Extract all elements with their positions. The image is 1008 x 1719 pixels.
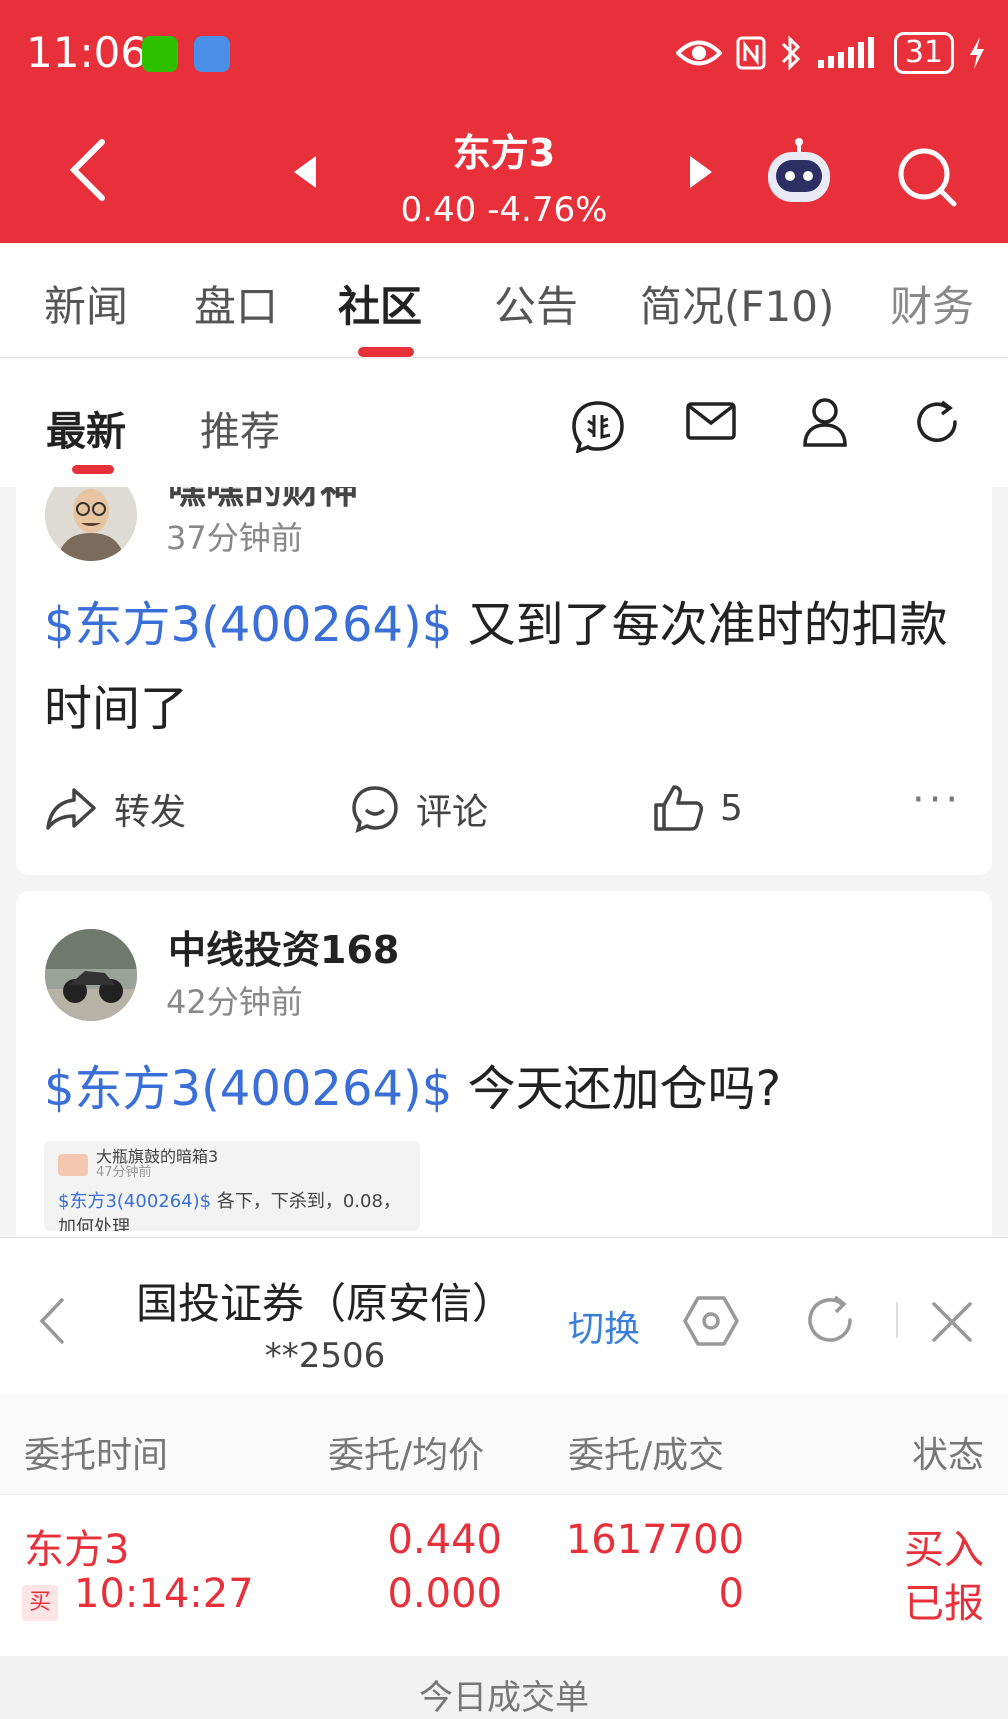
bluetooth-icon [781,35,800,71]
tab-announcements[interactable]: 公告 [494,273,578,334]
order-time: 10:14:27 [74,1571,254,1617]
switch-account-button[interactable]: 切换 [568,1300,640,1352]
close-panel-icon[interactable] [930,1300,974,1344]
account-number: **2506 [264,1336,386,1376]
order-price: 0.440 [387,1517,502,1563]
today-trades-button[interactable]: 今日成交单 [0,1656,1008,1719]
subtab-latest[interactable]: 最新 [46,399,126,457]
order-status-side: 买入 [904,1527,984,1573]
post-content[interactable]: $东方3(400264)$ 又到了每次准时的扣款时间了 [44,583,964,751]
next-stock-arrow-icon[interactable] [688,154,714,190]
tab-quotes[interactable]: 盘口 [194,273,278,334]
stock-title: 东方3 [452,131,556,175]
main-tabs: 新闻 盘口 社区 公告 简况(F10) 财务 [0,243,1008,358]
quoted-post-preview[interactable]: 大瓶旗鼓的暗箱3 47分钟前 $东方3(400264)$ 各下，下杀到，0.08… [44,1141,420,1231]
quoted-avatar [58,1154,88,1176]
mail-icon[interactable] [686,401,736,441]
compose-post-icon[interactable] [570,399,626,453]
like-button[interactable]: 5 [652,783,743,833]
quoted-time: 47分钟前 [96,1165,152,1180]
nfc-icon [736,36,766,70]
order-quantity: 1617700 [565,1517,744,1563]
tab-finance[interactable]: 财务 [890,273,974,334]
stock-tag-link[interactable]: $东方3(400264)$ [44,1061,452,1117]
comment-bubble-icon [352,786,398,834]
community-subtabs: 最新 推荐 [0,359,1008,487]
stock-tag-link[interactable]: $东方3(400264)$ [44,597,452,653]
order-filled: 0 [718,1571,744,1617]
robot-assistant-icon[interactable] [762,136,836,206]
like-count: 5 [720,787,743,829]
battery-indicator: 31 [893,32,954,74]
active-tab-indicator [358,347,414,357]
eye-icon [675,40,722,66]
order-status-state: 已报 [904,1581,984,1627]
tab-profile-f10[interactable]: 简况(F10) [640,273,834,334]
comment-label: 评论 [416,792,489,833]
panel-divider [896,1302,898,1338]
buy-badge: 买 [22,1585,58,1621]
status-time: 11:06 [26,28,148,77]
refresh-icon[interactable] [912,397,962,447]
order-panel: 国投证券（原安信） **2506 切换 委托时间 委托/均价 委托/成交 状态 … [0,1237,1008,1719]
active-subtab-indicator [72,465,114,474]
avatar[interactable] [45,487,137,561]
col-order-volume: 委托/成交 [568,1435,725,1476]
more-options-icon[interactable]: ··· [912,777,962,823]
forward-button[interactable]: 转发 [44,783,186,835]
panel-refresh-icon[interactable] [802,1292,858,1348]
orders-table-header: 委托时间 委托/均价 委托/成交 状态 [0,1394,1008,1494]
subtab-recommended[interactable]: 推荐 [200,399,280,457]
settings-hexagon-icon[interactable] [682,1294,740,1348]
quoted-stock-tag: $东方3(400264)$ [58,1191,212,1212]
post-time: 37分钟前 [166,519,303,557]
stock-price-change: 0.40 -4.76% [400,190,608,230]
avatar[interactable] [45,929,137,1021]
cartoon-man-avatar-icon [45,487,137,561]
post-time: 42分钟前 [166,983,303,1021]
chart-app-icon [194,36,230,72]
user-profile-icon[interactable] [802,397,848,447]
app-root: 11:06 31 东方3 0.40 -4.76% 新闻 盘口 社区 公告 简况(… [0,0,1008,1719]
col-order-time: 委托时间 [24,1435,169,1476]
motorcycle-photo-avatar-icon [45,929,137,1021]
post-card[interactable]: 嘿嘿的财神 37分钟前 $东方3(400264)$ 又到了每次准时的扣款时间了 … [16,487,992,875]
comment-button[interactable]: 评论 [350,783,488,835]
tab-community[interactable]: 社区 [338,273,422,334]
wechat-icon [142,36,178,72]
signal-icon [817,37,874,68]
post-username[interactable]: 中线投资168 [168,919,399,974]
thumbs-up-icon [654,785,703,831]
post-username[interactable]: 嘿嘿的财神 [168,487,358,514]
order-row[interactable]: 东方3 10:14:27 0.440 0.000 1617700 0 买入 已报 [0,1494,1008,1644]
post-content[interactable]: $东方3(400264)$ 今天还加仓吗? [44,1047,964,1131]
col-status: 状态 [911,1435,984,1476]
share-arrow-icon [46,788,96,830]
order-avg-price: 0.000 [387,1571,502,1617]
broker-name: 国投证券（原安信） [135,1279,514,1328]
header: 11:06 31 东方3 0.40 -4.76% [0,0,1008,243]
charging-icon [970,37,984,69]
col-order-price: 委托/均价 [328,1435,485,1476]
status-icons: 31 [675,28,986,78]
search-icon[interactable] [896,146,958,208]
order-stock-name: 东方3 [24,1527,130,1573]
quoted-username: 大瓶旗鼓的暗箱3 [96,1147,219,1166]
forward-label: 转发 [114,792,187,833]
tab-news[interactable]: 新闻 [44,273,128,334]
post-card[interactable]: 中线投资168 42分钟前 $东方3(400264)$ 今天还加仓吗? 大瓶旗鼓… [16,891,992,1237]
quoted-content: $东方3(400264)$ 各下，下杀到，0.08，加何处理 [58,1189,406,1231]
post-text: 今天还加仓吗? [452,1061,782,1117]
